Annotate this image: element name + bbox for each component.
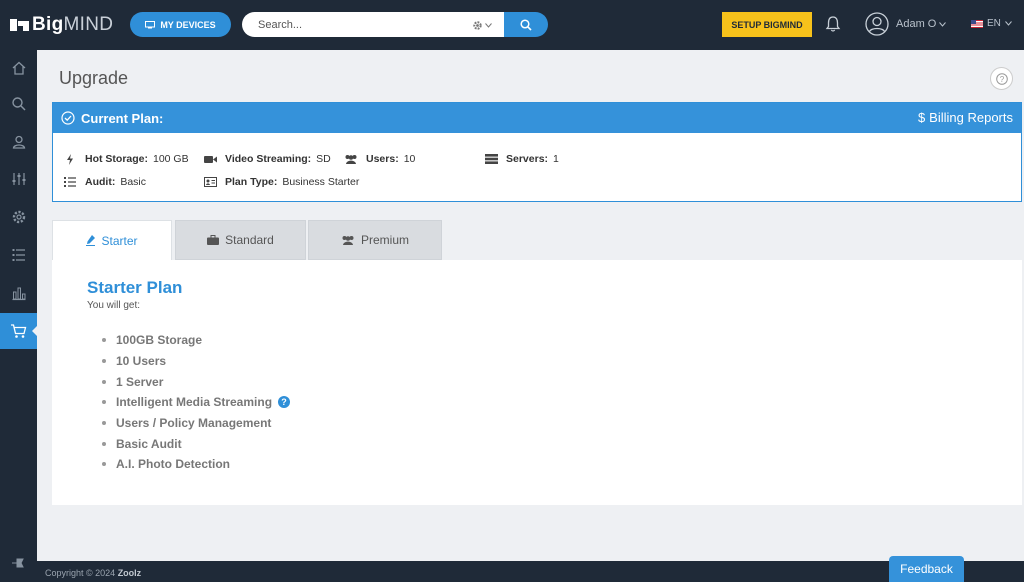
user-name: Adam O bbox=[896, 18, 937, 30]
spec-video-streaming: Video Streaming: SD bbox=[203, 153, 331, 165]
list-item: Intelligent Media Streaming? bbox=[102, 392, 291, 413]
check-circle-icon bbox=[61, 111, 75, 125]
id-card-icon bbox=[203, 177, 217, 187]
sidebar bbox=[0, 50, 38, 582]
sidebar-item-home[interactable] bbox=[0, 50, 37, 86]
monitor-icon bbox=[145, 20, 156, 28]
info-question-icon[interactable]: ? bbox=[278, 396, 291, 409]
tab-premium-label: Premium bbox=[360, 233, 409, 247]
us-flag-icon bbox=[971, 19, 983, 28]
dollar-icon: $ bbox=[917, 110, 926, 125]
gear-icon bbox=[473, 20, 482, 30]
pen-icon bbox=[86, 235, 96, 246]
bigmind-logo[interactable]: BigMIND bbox=[10, 14, 113, 36]
my-devices-label: MY DEVICES bbox=[160, 19, 216, 30]
search-icon bbox=[11, 97, 26, 111]
spec-audit: Audit: Basic bbox=[63, 176, 146, 188]
current-plan-panel: Current Plan: $ Billing Reports Hot Stor… bbox=[52, 102, 1022, 202]
sidebar-item-settings-sliders[interactable] bbox=[0, 161, 37, 197]
spec-servers: Servers: 1 bbox=[484, 153, 559, 165]
svg-text:?: ? bbox=[999, 75, 1004, 84]
copyright-text: Copyright © 2024 Zoolz bbox=[45, 568, 142, 578]
logo-icon bbox=[10, 19, 29, 31]
plan-detail-panel: Starter Plan You will get: 100GB Storage… bbox=[52, 260, 1022, 505]
spec-plan-type: Plan Type: Business Starter bbox=[203, 176, 359, 188]
plan-detail-title: Starter Plan bbox=[87, 278, 183, 297]
tab-standard[interactable]: Standard bbox=[175, 220, 306, 260]
current-plan-title: Current Plan: bbox=[81, 111, 164, 126]
lightning-icon bbox=[67, 153, 73, 165]
spec-users: Users: 10 bbox=[344, 153, 415, 165]
current-plan-header: Current Plan: $ Billing Reports bbox=[53, 103, 1021, 133]
sidebar-item-users[interactable] bbox=[0, 124, 37, 160]
list-item: Basic Audit bbox=[102, 433, 290, 454]
chevron-down-icon bbox=[1005, 21, 1012, 26]
list-item: 10 Users bbox=[102, 351, 290, 372]
bell-icon[interactable] bbox=[825, 15, 841, 33]
user-menu[interactable]: Adam O bbox=[896, 18, 947, 30]
briefcase-icon bbox=[207, 235, 220, 245]
plan-detail-subtitle: You will get: bbox=[87, 300, 140, 311]
tab-starter-label: Starter bbox=[101, 233, 138, 248]
sidebar-item-list[interactable] bbox=[0, 237, 37, 273]
search-options[interactable] bbox=[472, 18, 496, 32]
feedback-button[interactable]: Feedback bbox=[889, 556, 964, 582]
setup-bigmind-button[interactable]: SETUP BIGMIND bbox=[722, 12, 812, 37]
billing-reports-label: Billing Reports bbox=[929, 110, 1013, 125]
search-button[interactable] bbox=[504, 12, 548, 37]
list-item: A.I. Photo Detection bbox=[102, 454, 290, 475]
users-icon bbox=[345, 155, 357, 164]
bar-chart-icon bbox=[12, 287, 25, 301]
search-bar bbox=[242, 12, 548, 37]
tab-premium[interactable]: Premium bbox=[308, 220, 442, 260]
pin-icon[interactable] bbox=[11, 557, 25, 569]
list-item: Users / Policy Management bbox=[102, 413, 290, 434]
billing-reports-link[interactable]: $ Billing Reports bbox=[918, 110, 1013, 125]
search-input[interactable] bbox=[242, 12, 504, 37]
users-icon bbox=[12, 135, 25, 149]
avatar[interactable] bbox=[865, 12, 889, 36]
footer: Copyright © 2024 Zoolz bbox=[37, 561, 1024, 582]
chevron-down-icon bbox=[939, 21, 947, 27]
list-item: 100GB Storage bbox=[102, 330, 290, 351]
sidebar-item-upgrade[interactable] bbox=[0, 313, 38, 349]
gear-icon bbox=[12, 210, 25, 224]
language-label: EN bbox=[987, 18, 1001, 29]
cart-icon bbox=[11, 324, 27, 338]
server-icon bbox=[484, 154, 498, 164]
sidebar-item-gear[interactable] bbox=[0, 199, 37, 235]
list-item: 1 Server bbox=[102, 371, 290, 392]
my-devices-button[interactable]: MY DEVICES bbox=[130, 12, 231, 37]
list-icon bbox=[64, 177, 76, 187]
users-icon bbox=[342, 236, 354, 245]
spec-hot-storage: Hot Storage: 100 GB bbox=[63, 153, 189, 165]
logo-text: BigMIND bbox=[32, 14, 114, 35]
feature-list: 100GB Storage 10 Users 1 Server Intellig… bbox=[102, 330, 291, 475]
list-icon bbox=[12, 249, 25, 261]
home-icon bbox=[12, 61, 25, 75]
question-icon: ? bbox=[995, 72, 1008, 85]
sidebar-item-search[interactable] bbox=[0, 86, 37, 122]
top-navbar: BigMIND MY DEVICES SETUP BIGMIND bbox=[0, 0, 1024, 50]
help-button[interactable]: ? bbox=[990, 67, 1013, 90]
search-icon bbox=[520, 18, 532, 31]
video-camera-icon bbox=[203, 155, 217, 163]
language-selector[interactable]: EN bbox=[971, 18, 1012, 29]
sidebar-item-reports[interactable] bbox=[0, 275, 37, 311]
sliders-icon bbox=[12, 173, 25, 185]
page-title: Upgrade bbox=[59, 68, 129, 88]
tab-starter[interactable]: Starter bbox=[52, 220, 172, 260]
chevron-down-icon bbox=[485, 22, 492, 28]
tab-standard-label: Standard bbox=[225, 233, 274, 247]
